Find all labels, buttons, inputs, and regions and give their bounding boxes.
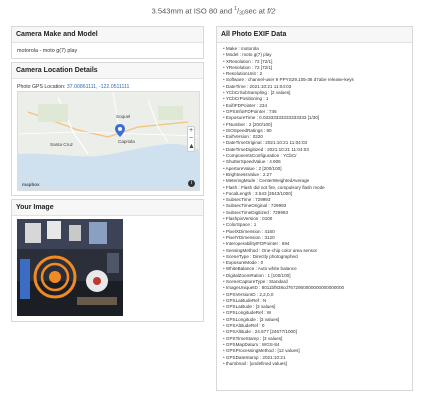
exif-list: Make : motorolaModel : moto g(7) playXRe… — [217, 43, 412, 367]
map-info-icon[interactable]: i — [188, 180, 195, 187]
compass-icon[interactable]: ▲ — [188, 143, 195, 151]
map-label-soquel: Soquel — [116, 114, 131, 119]
mapbox-logo[interactable]: mapbox — [22, 182, 40, 187]
exif-data-title: All Photo EXIF Data — [217, 27, 412, 43]
exif-data-panel: All Photo EXIF Data Make : motorolaModel… — [216, 26, 413, 391]
camera-location-panel: Camera Location Details Photo GPS Locati… — [11, 62, 204, 196]
exposure-summary-text-2: sec at — [244, 6, 268, 16]
camera-location-title: Camera Location Details — [12, 63, 203, 79]
camera-make-panel: Camera Make and Model motorola - moto g(… — [11, 26, 204, 59]
photo-illustration — [17, 219, 123, 316]
zoom-out-button[interactable]: − — [188, 135, 194, 143]
camera-make-value: motorola - moto g(7) play — [17, 48, 78, 54]
map-label-santa-cruz: Santa Cruz — [50, 142, 73, 147]
your-image-panel: Your Image — [11, 199, 204, 322]
exposure-summary: 3.543mm at ISO 80 and 1/30sec at f/2 — [151, 6, 276, 17]
aperture-value: f/2 — [267, 6, 276, 16]
location-marker-icon[interactable] — [115, 124, 125, 137]
camera-make-title: Camera Make and Model — [12, 27, 203, 43]
your-image-title: Your Image — [12, 200, 203, 216]
uploaded-photo[interactable] — [17, 219, 123, 316]
exif-item: thumbnail : [undefined values] — [223, 361, 406, 367]
map-canvas — [18, 92, 199, 190]
gps-location-link[interactable]: 37.00861111, -122.0511111 — [67, 84, 130, 90]
gps-location-label: Photo GPS Location: — [17, 84, 66, 90]
shutter-numerator: 1 — [234, 6, 237, 12]
map-label-capitola: Capitola — [118, 139, 135, 144]
exposure-summary-text: 3.543mm at ISO 80 and — [151, 6, 235, 16]
map-zoom-controls: + − ▲ — [187, 126, 195, 152]
zoom-in-button[interactable]: + — [188, 127, 194, 135]
location-map[interactable]: Santa Cruz Capitola Soquel + − ▲ mapbox … — [17, 91, 200, 191]
